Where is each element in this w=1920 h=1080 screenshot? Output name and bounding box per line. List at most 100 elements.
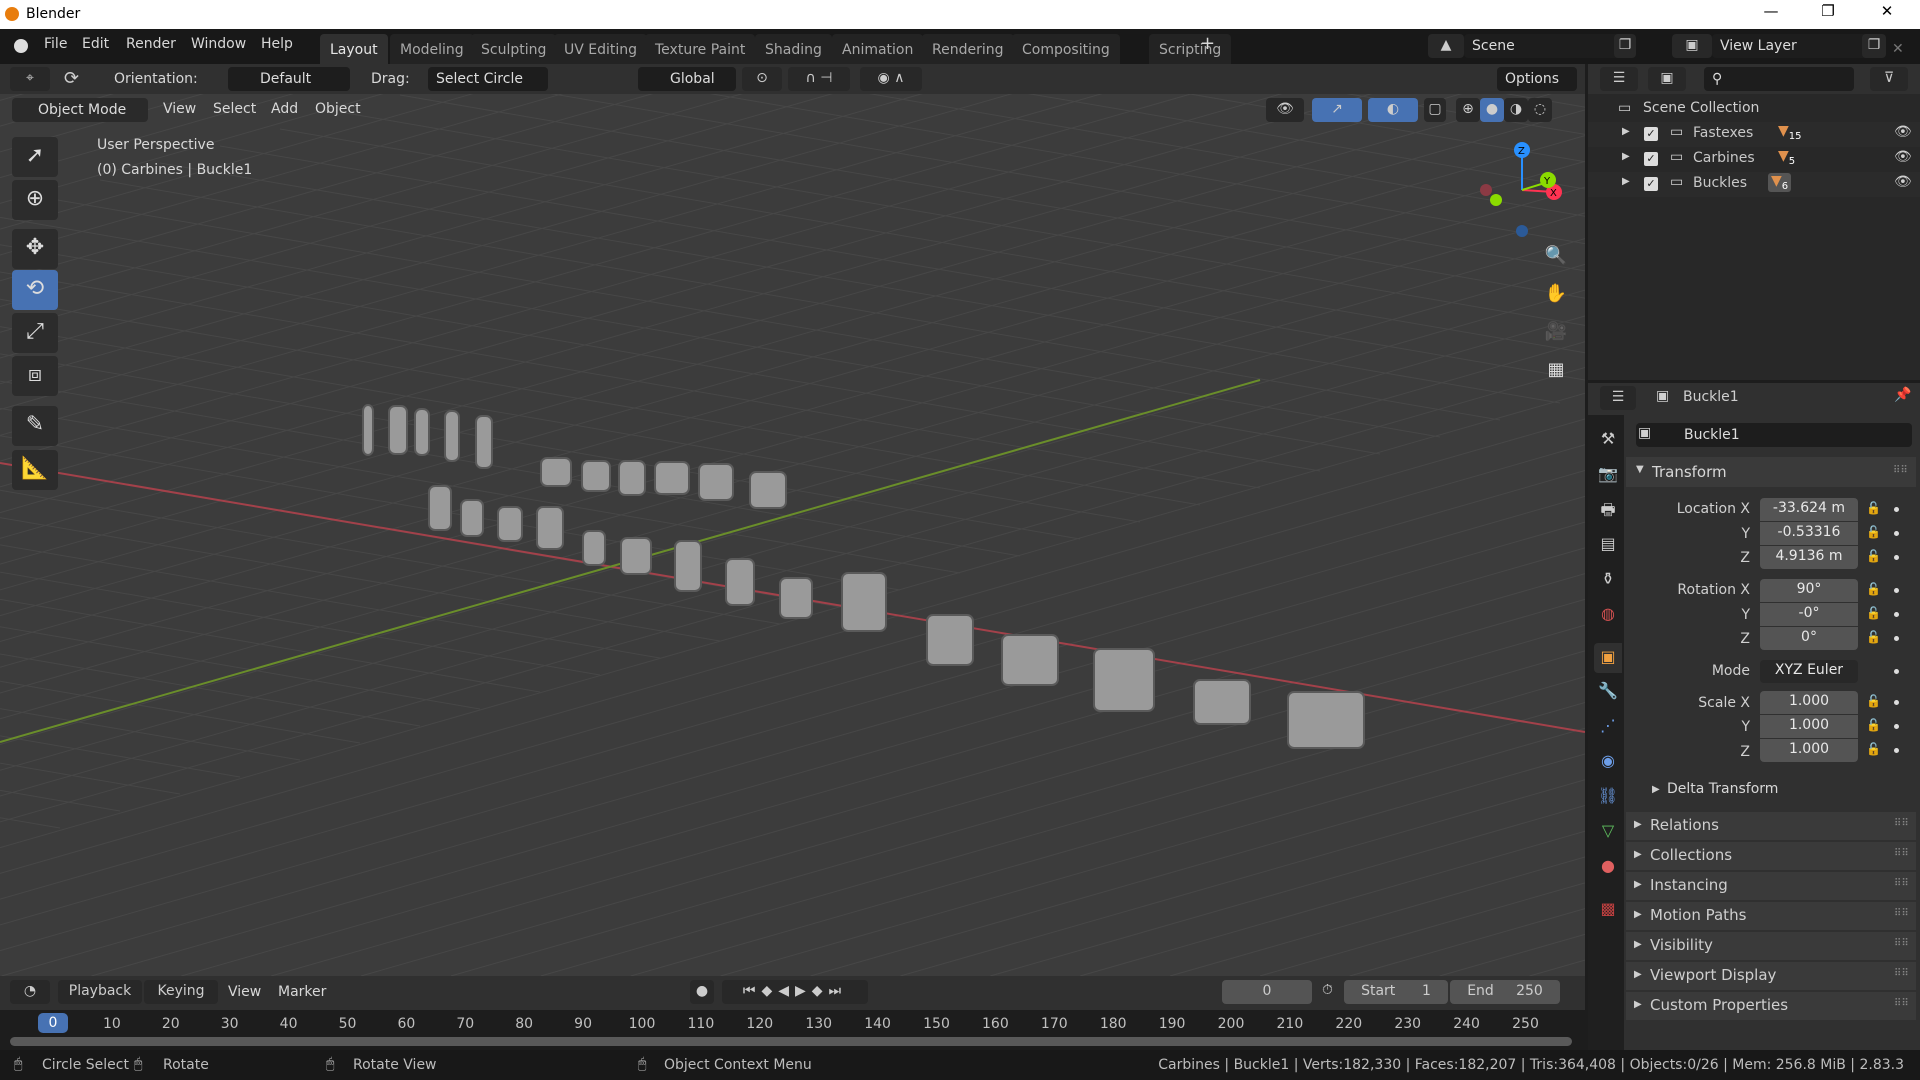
ortho-toggle-icon[interactable]: ▦ bbox=[1541, 355, 1571, 385]
lock-icon[interactable]: 🔓 bbox=[1866, 525, 1881, 539]
current-frame-indicator[interactable]: 0 bbox=[38, 1013, 68, 1033]
rotation-x-field[interactable]: 90° bbox=[1760, 579, 1858, 602]
stopwatch-icon[interactable]: ⏱ bbox=[1322, 982, 1333, 998]
outliner-editor-type-icon[interactable]: ☰ bbox=[1600, 67, 1638, 91]
drag-handle-icon[interactable]: ⠿⠿ bbox=[1893, 465, 1908, 476]
filter-icon[interactable]: ⊽ bbox=[1870, 67, 1908, 91]
options-dropdown[interactable]: Options bbox=[1497, 67, 1577, 91]
annotate-tool-icon[interactable]: ✎ bbox=[12, 406, 58, 446]
tab-layout[interactable]: Layout bbox=[320, 34, 388, 64]
scale-x-field[interactable]: 1.000 bbox=[1760, 691, 1858, 714]
panel-visibility[interactable]: ▶ Visibility ⠿⠿ bbox=[1626, 932, 1916, 960]
lock-icon[interactable]: 🔓 bbox=[1866, 694, 1881, 708]
cursor-tool-icon[interactable]: ⊕ bbox=[12, 180, 58, 220]
panel-custom-properties[interactable]: ▶ Custom Properties ⠿⠿ bbox=[1626, 992, 1916, 1020]
menu-file[interactable]: File bbox=[44, 36, 67, 52]
keyframe-dot-icon[interactable] bbox=[1894, 700, 1899, 705]
lock-icon[interactable]: 🔓 bbox=[1866, 501, 1881, 515]
transform-orientation-dropdown[interactable]: Global bbox=[638, 67, 736, 91]
tab-modeling[interactable]: Modeling bbox=[390, 34, 474, 64]
timeline-editor-type-icon[interactable]: ◔ bbox=[10, 980, 50, 1004]
keyframe-dot-icon[interactable] bbox=[1894, 555, 1899, 560]
tab-sculpting[interactable]: Sculpting bbox=[471, 34, 557, 64]
scale-z-field[interactable]: 1.000 bbox=[1760, 739, 1858, 762]
drag-handle-icon[interactable]: ⠿⠿ bbox=[1894, 938, 1909, 949]
drag-handle-icon[interactable]: ⠿⠿ bbox=[1894, 878, 1909, 889]
rotation-y-field[interactable]: -0° bbox=[1760, 603, 1858, 626]
menu-edit[interactable]: Edit bbox=[82, 36, 109, 52]
lock-icon[interactable]: 🔓 bbox=[1866, 549, 1881, 563]
menu-view[interactable]: View bbox=[163, 101, 196, 117]
xray-toggle-icon[interactable]: ▢ bbox=[1424, 98, 1446, 122]
new-view-layer-icon[interactable]: ❐ bbox=[1862, 34, 1886, 58]
menu-render[interactable]: Render bbox=[126, 36, 176, 52]
exclude-checkbox[interactable]: ✓ bbox=[1644, 152, 1658, 166]
keyframe-dot-icon[interactable] bbox=[1894, 507, 1899, 512]
proportional-editing-icon[interactable]: ◉ ∧ bbox=[860, 67, 922, 91]
render-tab-icon[interactable]: 📷 bbox=[1594, 460, 1622, 490]
gizmo-toggle-icon[interactable]: ↗ bbox=[1312, 98, 1362, 122]
3d-viewport[interactable]: ⌖ ⟳ Orientation: Default Drag: Select Ci… bbox=[0, 64, 1585, 976]
pan-view-icon[interactable]: ✋ bbox=[1541, 279, 1571, 309]
panel-viewport-display[interactable]: ▶ Viewport Display ⠿⠿ bbox=[1626, 962, 1916, 990]
location-x-field[interactable]: -33.624 m bbox=[1760, 498, 1858, 521]
exclude-checkbox[interactable]: ✓ bbox=[1644, 127, 1658, 141]
drag-handle-icon[interactable]: ⠿⠿ bbox=[1894, 998, 1909, 1009]
view-layer-selector-icon[interactable]: ▣ bbox=[1672, 34, 1712, 58]
keyframe-dot-icon[interactable] bbox=[1894, 612, 1899, 617]
playback-controls[interactable]: ⏮◆◀▶◆⏭ bbox=[722, 980, 868, 1004]
transform-pivot-icon[interactable]: ⌖ bbox=[10, 67, 50, 91]
overlay-toggle-icon[interactable]: ◐ bbox=[1368, 98, 1418, 122]
tab-shading[interactable]: Shading bbox=[755, 34, 832, 64]
menu-help[interactable]: Help bbox=[261, 36, 293, 52]
panel-collections[interactable]: ▶ Collections ⠿⠿ bbox=[1626, 842, 1916, 870]
location-z-field[interactable]: 4.9136 m bbox=[1760, 546, 1858, 569]
pivot-point-icon[interactable]: ⊙ bbox=[742, 67, 782, 91]
shading-rendered-icon[interactable]: ◌ bbox=[1528, 98, 1552, 122]
menu-select[interactable]: Select bbox=[213, 101, 256, 117]
tab-uv-editing[interactable]: UV Editing bbox=[554, 34, 648, 64]
camera-view-icon[interactable]: 🎥 bbox=[1541, 317, 1571, 347]
close-button[interactable]: ✕ bbox=[1864, 2, 1910, 26]
outliner-search-input[interactable]: ⚲ bbox=[1704, 67, 1854, 91]
visibility-eye-icon[interactable]: 👁 bbox=[1894, 149, 1912, 165]
drag-handle-icon[interactable]: ⠿⠿ bbox=[1894, 968, 1909, 979]
panel-relations[interactable]: ▶ Relations ⠿⠿ bbox=[1626, 812, 1916, 840]
exclude-checkbox[interactable]: ✓ bbox=[1644, 177, 1658, 191]
visibility-eye-icon[interactable]: 👁 bbox=[1894, 174, 1912, 190]
shading-wireframe-icon[interactable]: ⊕ bbox=[1456, 98, 1480, 122]
drag-handle-icon[interactable]: ⠿⠿ bbox=[1894, 908, 1909, 919]
keyframe-dot-icon[interactable] bbox=[1894, 531, 1899, 536]
scale-tool-icon[interactable]: ⤢ bbox=[12, 313, 58, 353]
tab-animation[interactable]: Animation bbox=[832, 34, 924, 64]
location-y-field[interactable]: -0.53316 bbox=[1760, 522, 1858, 545]
orientation-dropdown[interactable]: Default bbox=[228, 67, 350, 91]
object-name-field[interactable]: Buckle1 bbox=[1636, 423, 1912, 447]
keying-menu[interactable]: Keying bbox=[144, 980, 218, 1004]
display-mode-icon[interactable]: ▣ bbox=[1648, 67, 1686, 91]
snap-icon[interactable]: ∩ ⊣ bbox=[788, 67, 850, 91]
visibility-eye-icon[interactable]: 👁 bbox=[1266, 98, 1304, 122]
keyframe-dot-icon[interactable] bbox=[1894, 724, 1899, 729]
lock-icon[interactable]: 🔓 bbox=[1866, 630, 1881, 644]
rotation-mode-dropdown[interactable]: XYZ Euler bbox=[1760, 660, 1858, 683]
record-icon[interactable]: ● bbox=[690, 980, 714, 1004]
lock-icon[interactable]: 🔓 bbox=[1866, 606, 1881, 620]
select-tool-icon[interactable]: ➚ bbox=[12, 137, 58, 177]
timeline-view-menu[interactable]: View bbox=[228, 984, 261, 1000]
tool-tab-icon[interactable]: ⚒ bbox=[1594, 425, 1622, 455]
transform-tool-icon[interactable]: ⧈ bbox=[12, 356, 58, 396]
keyframe-dot-icon[interactable] bbox=[1894, 588, 1899, 593]
tab-scripting[interactable]: Scripting bbox=[1149, 34, 1232, 64]
tab-rendering[interactable]: Rendering bbox=[922, 34, 1014, 64]
transform-affect-icon[interactable]: ⟳ bbox=[64, 68, 79, 89]
constraints-tab-icon[interactable]: ⛓ bbox=[1594, 782, 1622, 812]
rotation-z-field[interactable]: 0° bbox=[1760, 627, 1858, 650]
menu-add[interactable]: Add bbox=[271, 101, 298, 117]
move-tool-icon[interactable]: ✥ bbox=[12, 229, 58, 269]
shading-solid-icon[interactable]: ● bbox=[1480, 98, 1504, 122]
timeline-scrollbar[interactable] bbox=[10, 1037, 1572, 1046]
playback-menu[interactable]: Playback bbox=[58, 980, 142, 1004]
viewport-canvas[interactable] bbox=[0, 64, 1585, 976]
panel-motion-paths[interactable]: ▶ Motion Paths ⠿⠿ bbox=[1626, 902, 1916, 930]
